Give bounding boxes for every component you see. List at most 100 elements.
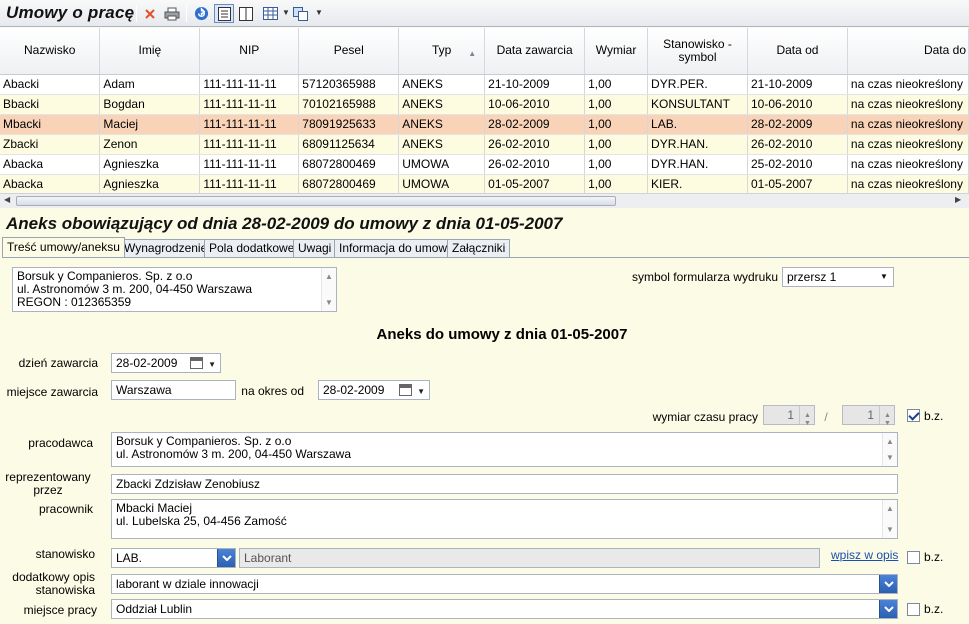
page-heading: Aneks do umowy z dnia 01-05-2007: [376, 326, 628, 343]
tab-attachments[interactable]: Załączniki: [447, 239, 511, 257]
scroll-up-icon[interactable]: ▲: [886, 435, 894, 448]
tab-salary[interactable]: Wynagrodzenie: [119, 239, 213, 257]
table-row[interactable]: Zbacki Zenon 111-111-11-11 68091125634 ANEKS…: [0, 134, 969, 155]
contracts-table: Nazwisko Imię NIP Pesel Typ ▲ Data zawarcia Wym…: [0, 28, 969, 195]
column-header[interactable]: NIP: [199, 28, 300, 75]
column-header[interactable]: Typ ▲: [398, 28, 486, 75]
write-to-description-link[interactable]: wpisz w opis: [831, 549, 898, 562]
table-cell: 1,00: [584, 154, 649, 175]
table-row[interactable]: Bbacki Bogdan 111-111-11-11 70102165988 ANEK…: [0, 94, 969, 115]
split-view-button[interactable]: [236, 4, 256, 23]
column-header[interactable]: Data od: [747, 28, 848, 75]
chevron-down-icon[interactable]: ▼: [875, 268, 893, 286]
table-cell: Zbacki: [0, 134, 101, 155]
workplace-select[interactable]: Oddział Lublin: [111, 599, 898, 619]
calendar-icon[interactable]: [399, 384, 412, 396]
scroll-down-icon[interactable]: ▼: [325, 296, 333, 309]
employer-box[interactable]: Borsuk y Companieros. Sp. z o.o ul. Astr…: [111, 432, 898, 467]
chevron-down-icon[interactable]: ▼: [282, 8, 290, 17]
table-row[interactable]: Abacki Adam 111-111-11-11 57120365988 ANEKS 2…: [0, 74, 969, 95]
position-symbol-select[interactable]: LAB.: [111, 548, 236, 568]
table-cell: 1,00: [584, 174, 649, 195]
period-from-field[interactable]: 28-02-2009 ▼: [318, 380, 430, 400]
scroll-down-icon[interactable]: ▼: [886, 451, 894, 464]
table-cell: 111-111-11-11: [199, 114, 300, 135]
table-cell: 28-02-2009: [747, 114, 848, 135]
employee-label: pracownik: [38, 502, 93, 516]
horizontal-scrollbar[interactable]: ◀ ▶: [0, 193, 969, 208]
chevron-down-icon[interactable]: ▼: [417, 383, 425, 399]
table-cell: 10-06-2010: [747, 94, 848, 115]
chevron-down-icon[interactable]: ▼: [208, 356, 216, 372]
table-cell: Mbacki: [0, 114, 101, 135]
chevron-down-icon[interactable]: [217, 549, 235, 567]
table-cell: 111-111-11-11: [199, 134, 300, 155]
column-header[interactable]: Data do: [847, 28, 969, 75]
spin-down-icon[interactable]: ▼: [884, 415, 891, 433]
tab-contract-content[interactable]: Treść umowy/aneksu: [2, 237, 125, 257]
column-header[interactable]: Stanowisko - symbol: [647, 28, 748, 75]
vertical-scrollbar[interactable]: ▲ ▼: [321, 268, 336, 311]
work-time-numerator[interactable]: 1 ▲ ▼: [763, 405, 815, 427]
tab-additional-fields[interactable]: Pola dodatkowe: [204, 239, 300, 257]
date-concluded-field[interactable]: 28-02-2009 ▼: [111, 353, 221, 373]
workplace-bz-checkbox[interactable]: [907, 603, 920, 616]
employee-box[interactable]: Mbacki Maciej ul. Lubelska 25, 04-456 Za…: [111, 499, 898, 539]
table-row[interactable]: Abacka Agnieszka 111-111-11-11 68072800469 U…: [0, 154, 969, 175]
table-cell: KONSULTANT: [647, 94, 748, 115]
table-cell: na czas nieokreślony: [847, 134, 969, 155]
work-time-denominator[interactable]: 1 ▲ ▼: [842, 405, 895, 427]
column-header[interactable]: Nazwisko: [0, 28, 101, 75]
column-header[interactable]: Wymiar: [584, 28, 649, 75]
vertical-scrollbar[interactable]: ▲ ▼: [882, 500, 897, 538]
print-button[interactable]: [162, 4, 182, 23]
table-cell: 111-111-11-11: [199, 154, 300, 175]
scroll-up-icon[interactable]: ▲: [325, 270, 333, 283]
table-cell: DYR.HAN.: [647, 154, 748, 175]
chevron-right-icon[interactable]: ▶: [955, 195, 961, 204]
chevron-left-icon[interactable]: ◀: [4, 195, 10, 204]
represented-by-input[interactable]: Zbacki Zdzisław Zenobiusz: [111, 474, 898, 494]
column-header[interactable]: Pesel: [298, 28, 400, 75]
form-icon: [217, 6, 231, 21]
table-cell: 68091125634: [298, 134, 400, 155]
tab-notes[interactable]: Uwagi: [293, 239, 337, 257]
workplace-label: miejsce pracy: [23, 603, 97, 617]
toolbar: Umowy o pracę ▼ ▼: [0, 0, 969, 27]
period-from-label: na okres od: [241, 384, 304, 398]
vertical-scrollbar[interactable]: ▲ ▼: [882, 433, 897, 466]
chevron-down-icon[interactable]: ▼: [315, 8, 323, 17]
print-symbol-select[interactable]: przersz 1 ▼: [782, 267, 894, 287]
table-cell: na czas nieokreślony: [847, 114, 969, 135]
column-header[interactable]: Data zawarcia: [484, 28, 586, 75]
column-header-label: Nazwisko: [24, 43, 76, 58]
table-row[interactable]: Mbacki Maciej 111-111-11-11 78091925633 ANEK…: [0, 114, 969, 135]
calendar-icon[interactable]: [190, 357, 203, 369]
grid-view-button[interactable]: [260, 4, 280, 23]
column-header[interactable]: Imię: [99, 28, 201, 75]
company-info-box[interactable]: Borsuk y Companieros. Sp. z o.o ul. Astr…: [12, 267, 337, 312]
table-row[interactable]: Abacka Agnieszka 111-111-11-11 68072800469 U…: [0, 174, 969, 195]
table-cell: Agnieszka: [99, 174, 201, 195]
additional-description-value: laborant w dziale innowacji: [116, 577, 259, 591]
scrollbar-thumb[interactable]: [16, 196, 616, 206]
delete-button[interactable]: [140, 4, 160, 23]
table-cell: Abacki: [0, 74, 101, 95]
refresh-button[interactable]: [191, 4, 211, 23]
work-time-bz-checkbox[interactable]: [907, 409, 920, 422]
additional-description-select[interactable]: laborant w dziale innowacji: [111, 574, 898, 594]
spin-down-icon[interactable]: ▼: [804, 415, 811, 433]
form-view-button[interactable]: [214, 4, 234, 23]
scroll-up-icon[interactable]: ▲: [886, 502, 894, 515]
table-cell: 1,00: [584, 134, 649, 155]
chevron-down-icon[interactable]: [879, 575, 897, 593]
position-bz-checkbox[interactable]: [907, 551, 920, 564]
copy-button[interactable]: [290, 4, 310, 23]
scroll-down-icon[interactable]: ▼: [886, 523, 894, 536]
tab-contract-info[interactable]: Informacja do umowy: [334, 239, 459, 257]
place-concluded-input[interactable]: Warszawa: [111, 380, 236, 400]
position-name-field: Laborant: [239, 548, 820, 568]
bz-label: b.z.: [924, 550, 944, 564]
chevron-down-icon[interactable]: [879, 600, 897, 618]
table-cell: ANEKS: [398, 94, 486, 115]
